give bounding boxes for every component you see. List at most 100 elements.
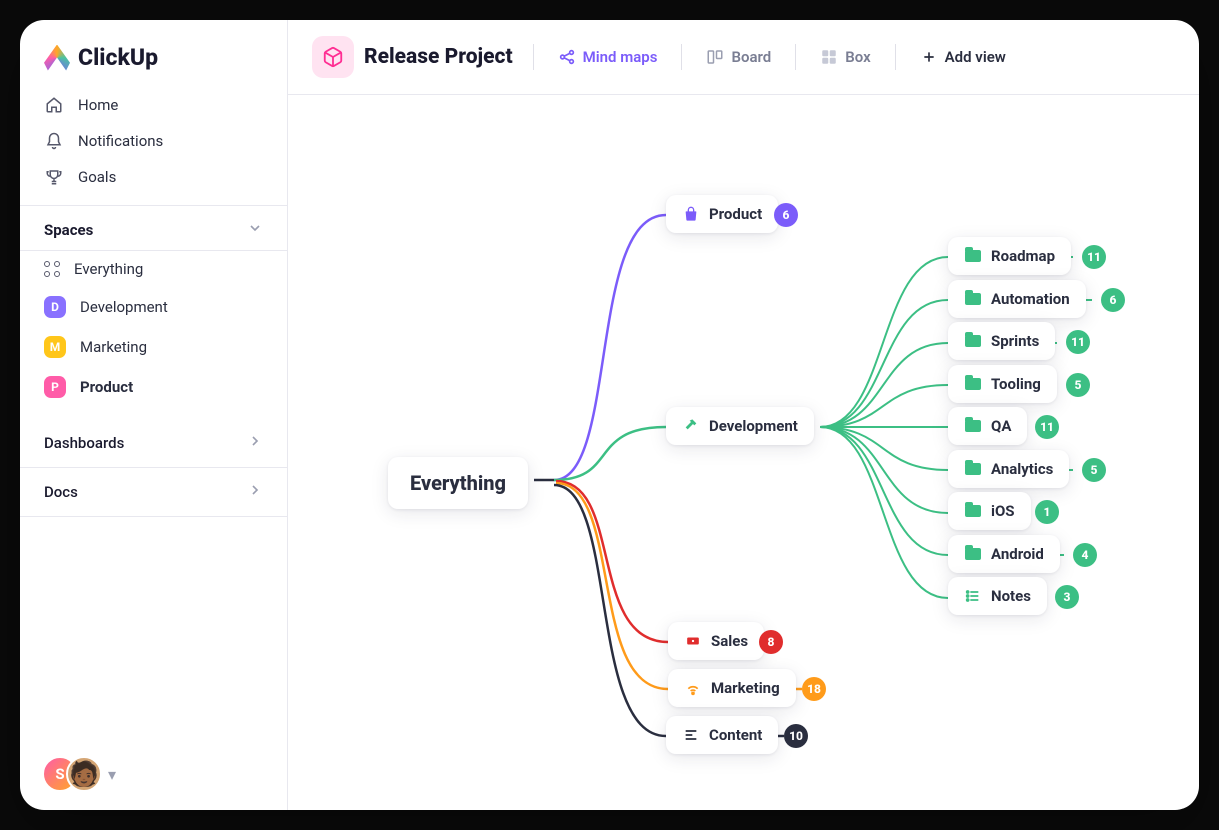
node-dev-notes[interactable]: Notes [948,577,1047,615]
node-dev-automation-count: 6 [1101,288,1125,312]
nav-goals-label: Goals [78,168,116,186]
nav-home-label: Home [78,96,118,114]
node-dev-child-label: Sprints [991,332,1039,350]
divider [795,44,796,70]
folder-icon [964,250,982,262]
node-dev-android[interactable]: Android [948,535,1060,573]
node-dev-notes-count: 3 [1055,585,1079,609]
node-dev-child-label: Automation [991,290,1070,308]
add-view-button[interactable]: Add view [910,42,1016,72]
node-dev-sprints[interactable]: Sprints [948,322,1055,360]
folder-icon [964,420,982,432]
view-tab-box-label: Box [845,48,870,66]
mindmap-icon [558,48,576,66]
sidebar: ClickUp Home Notifications Goals Spaces [20,20,288,810]
node-dev-ios[interactable]: iOS [948,492,1031,530]
caret-down-icon[interactable]: ▾ [108,765,116,784]
node-development-label: Development [709,417,798,435]
bell-icon [44,132,64,150]
node-marketing-label: Marketing [711,679,780,697]
node-dev-child-label: Analytics [991,460,1053,478]
node-root[interactable]: Everything [388,457,528,509]
node-dev-roadmap-count: 11 [1082,245,1106,269]
brand-logo[interactable]: ClickUp [20,20,287,87]
node-marketing[interactable]: Marketing [668,669,796,707]
node-content-count: 10 [784,724,808,748]
node-dev-child-label: Android [991,545,1044,563]
main-area: Release Project Mind maps Board B [288,20,1199,810]
node-dev-child-label: Tooling [991,375,1041,393]
node-root-label: Everything [410,471,506,495]
node-sales-count: 8 [759,630,783,654]
space-badge-marketing: M [44,336,66,358]
space-product-label: Product [80,378,133,396]
project-icon[interactable] [312,36,354,78]
chevron-right-icon [247,433,263,453]
chevron-down-icon [247,220,263,240]
view-tab-box[interactable]: Box [810,42,880,72]
node-dev-analytics[interactable]: Analytics [948,450,1069,488]
node-dev-analytics-count: 5 [1082,458,1106,482]
node-marketing-count: 18 [802,677,826,701]
spaces-header[interactable]: Spaces [20,205,287,251]
user-avatars[interactable]: S ▾ [42,756,116,792]
folder-icon [964,548,982,560]
clickup-logomark-icon [44,45,70,71]
node-dev-child-label: QA [991,417,1011,435]
node-product-count: 6 [774,203,798,227]
folder-icon [964,505,982,517]
trophy-icon [44,168,64,186]
mindmap-canvas[interactable]: Everything Product 6 Development [288,95,1199,810]
dashboards-section[interactable]: Dashboards [20,419,287,468]
everything-icon [44,261,60,277]
divider [533,44,534,70]
node-dev-roadmap[interactable]: Roadmap [948,237,1071,275]
folder-icon [964,463,982,475]
node-dev-tooling-count: 5 [1066,373,1090,397]
dashboards-label: Dashboards [44,434,124,452]
add-view-label: Add view [945,48,1006,66]
space-development-label: Development [80,298,168,316]
board-icon [706,48,724,66]
folder-icon [964,335,982,347]
node-dev-tooling[interactable]: Tooling [948,365,1057,403]
node-product-label: Product [709,205,762,223]
node-dev-android-count: 4 [1073,543,1097,567]
node-content[interactable]: Content [666,716,778,754]
list-icon [964,588,982,604]
docs-label: Docs [44,483,78,501]
node-dev-automation[interactable]: Automation [948,280,1086,318]
node-development[interactable]: Development [666,407,814,445]
node-dev-ios-count: 1 [1035,500,1059,524]
app-frame: ClickUp Home Notifications Goals Spaces [20,20,1199,810]
docs-section[interactable]: Docs [20,468,287,517]
node-product[interactable]: Product [666,195,778,233]
node-dev-qa[interactable]: QA [948,407,1027,445]
space-marketing[interactable]: M Marketing [20,327,287,367]
view-tab-board[interactable]: Board [696,42,781,72]
space-development[interactable]: D Development [20,287,287,327]
node-sales[interactable]: Sales [668,622,764,660]
home-icon [44,96,64,114]
node-dev-child-label: Roadmap [991,247,1055,265]
node-dev-sprints-count: 11 [1066,330,1090,354]
chevron-right-icon [247,482,263,502]
node-dev-qa-count: 11 [1035,415,1059,439]
nav-goals[interactable]: Goals [20,159,287,195]
space-everything[interactable]: Everything [20,251,287,287]
nav-notifications[interactable]: Notifications [20,123,287,159]
ticket-icon [684,634,702,648]
node-dev-child-label: Notes [991,587,1031,605]
hammer-icon [682,418,700,434]
node-content-label: Content [709,726,762,744]
avatar-teammate[interactable] [66,756,102,792]
plus-icon [920,48,938,66]
wifi-icon [684,680,702,696]
nav-home[interactable]: Home [20,87,287,123]
folder-icon [964,293,982,305]
paragraph-icon [682,727,700,743]
box-icon [820,48,838,66]
space-product[interactable]: P Product [20,367,287,407]
space-badge-product: P [44,376,66,398]
view-tab-mindmaps[interactable]: Mind maps [548,42,668,72]
